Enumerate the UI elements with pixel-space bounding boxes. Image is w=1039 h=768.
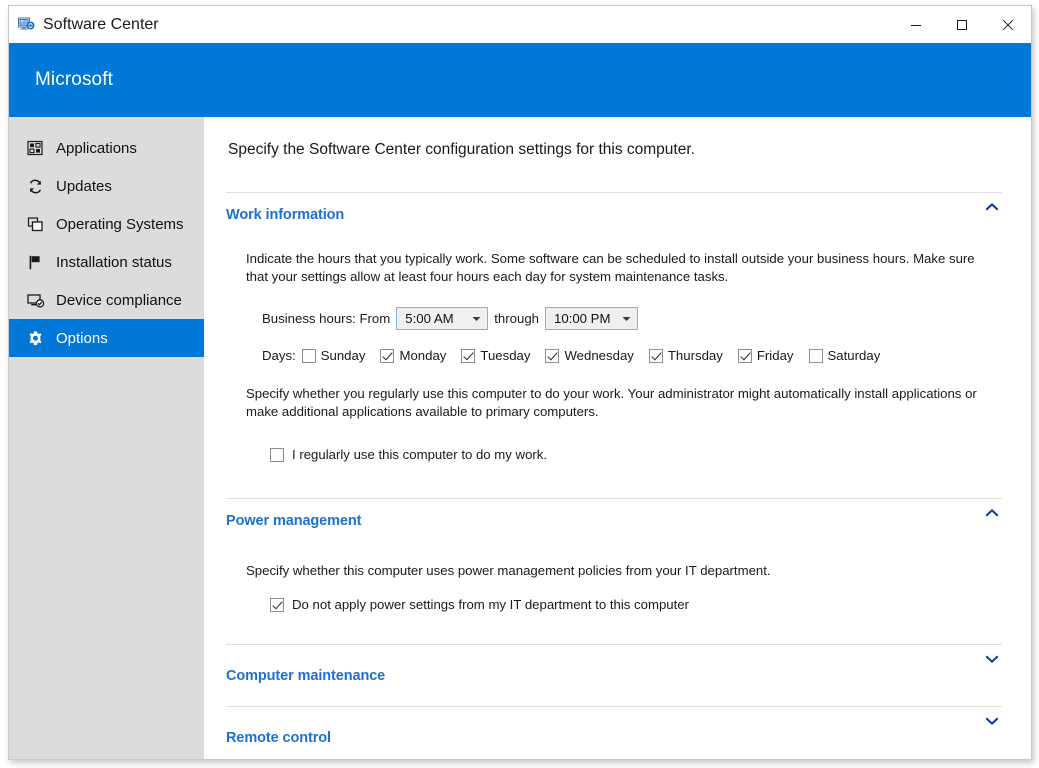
section-header-remote-control[interactable]: Remote control bbox=[226, 706, 1002, 759]
sidebar-item-operating-systems[interactable]: Operating Systems bbox=[9, 205, 204, 243]
sidebar-item-updates[interactable]: Updates bbox=[9, 167, 204, 205]
title-bar-left: Software Center bbox=[9, 16, 893, 34]
days-row: Days: Sunday Monday Tuesday bbox=[226, 348, 1002, 363]
operating-systems-icon bbox=[26, 215, 45, 234]
chevron-up-icon[interactable] bbox=[985, 508, 999, 518]
flag-icon bbox=[26, 253, 45, 272]
checkbox-box bbox=[545, 349, 559, 363]
chevron-down-icon bbox=[472, 316, 481, 322]
day-label: Thursday bbox=[668, 348, 723, 363]
day-checkbox-sunday[interactable]: Sunday bbox=[302, 348, 375, 363]
chevron-up-icon[interactable] bbox=[985, 202, 999, 212]
sidebar-item-device-compliance[interactable]: Device compliance bbox=[9, 281, 204, 319]
sidebar-item-label: Installation status bbox=[56, 254, 172, 271]
checkbox-box bbox=[738, 349, 752, 363]
primary-computer-checkbox-label: I regularly use this computer to do my w… bbox=[292, 447, 547, 462]
business-hours-to-value: 10:00 PM bbox=[554, 311, 610, 326]
device-compliance-icon bbox=[26, 291, 45, 310]
sidebar-item-label: Updates bbox=[56, 178, 112, 195]
software-center-window: Software Center Microsoft bbox=[8, 5, 1032, 760]
section-header-power-management[interactable]: Power management bbox=[226, 498, 1002, 542]
checkbox-box bbox=[380, 349, 394, 363]
title-bar: Software Center bbox=[9, 6, 1031, 43]
day-label: Monday bbox=[399, 348, 446, 363]
business-hours-label: Business hours: From bbox=[262, 311, 390, 326]
sidebar-item-options[interactable]: Options bbox=[9, 319, 204, 357]
applications-icon bbox=[26, 139, 45, 158]
gear-icon bbox=[26, 329, 45, 348]
brand-label: Microsoft bbox=[9, 69, 113, 91]
software-center-icon bbox=[18, 16, 35, 33]
business-hours-row: Business hours: From 5:00 AM through 10:… bbox=[226, 307, 1002, 330]
sidebar: Applications Updates bbox=[9, 117, 204, 759]
checkbox-box bbox=[809, 349, 823, 363]
day-label: Saturday bbox=[828, 348, 881, 363]
day-label: Sunday bbox=[321, 348, 366, 363]
business-hours-from-value: 5:00 AM bbox=[405, 311, 453, 326]
day-checkbox-thursday[interactable]: Thursday bbox=[649, 348, 732, 363]
sidebar-item-label: Operating Systems bbox=[56, 216, 184, 233]
business-hours-to-dropdown[interactable]: 10:00 PM bbox=[545, 307, 638, 330]
sidebar-item-label: Device compliance bbox=[56, 292, 182, 309]
section-remote-control: Remote control bbox=[226, 706, 1002, 759]
day-checkbox-saturday[interactable]: Saturday bbox=[809, 348, 890, 363]
close-button[interactable] bbox=[985, 6, 1031, 43]
chevron-down-icon[interactable] bbox=[985, 654, 999, 664]
checkbox-box bbox=[461, 349, 475, 363]
section-title: Work information bbox=[226, 207, 344, 223]
window-title: Software Center bbox=[43, 16, 159, 34]
section-title: Computer maintenance bbox=[226, 668, 385, 684]
section-title: Power management bbox=[226, 513, 361, 529]
brand-bar: Microsoft bbox=[9, 43, 1031, 117]
chevron-down-icon[interactable] bbox=[985, 716, 999, 726]
day-checkbox-wednesday[interactable]: Wednesday bbox=[545, 348, 642, 363]
section-header-work-information[interactable]: Work information bbox=[226, 192, 1002, 236]
checkbox-box bbox=[270, 598, 284, 612]
section-header-computer-maintenance[interactable]: Computer maintenance bbox=[226, 644, 1002, 706]
section-work-information: Work information Indicate the hours that… bbox=[226, 192, 1002, 480]
window-body: Applications Updates bbox=[9, 117, 1031, 759]
primary-computer-checkbox[interactable]: I regularly use this computer to do my w… bbox=[226, 447, 1002, 462]
section-power-management: Power management Specify whether this co… bbox=[226, 498, 1002, 626]
day-label: Wednesday bbox=[564, 348, 633, 363]
updates-refresh-icon bbox=[26, 177, 45, 196]
options-content: Specify the Software Center configuratio… bbox=[204, 117, 1031, 759]
power-management-description: Specify whether this computer uses power… bbox=[226, 562, 998, 580]
page-intro: Specify the Software Center configuratio… bbox=[204, 117, 1031, 159]
day-checkbox-friday[interactable]: Friday bbox=[738, 348, 803, 363]
close-icon bbox=[1002, 19, 1014, 31]
day-checkbox-monday[interactable]: Monday bbox=[380, 348, 455, 363]
day-label: Tuesday bbox=[480, 348, 530, 363]
minimize-icon bbox=[910, 19, 922, 31]
primary-computer-description: Specify whether you regularly use this c… bbox=[226, 385, 998, 421]
business-hours-from-dropdown[interactable]: 5:00 AM bbox=[396, 307, 488, 330]
day-label: Friday bbox=[757, 348, 794, 363]
business-hours-through-label: through bbox=[494, 311, 539, 326]
section-body-work-information: Indicate the hours that you typically wo… bbox=[226, 250, 1002, 480]
checkbox-box bbox=[649, 349, 663, 363]
sidebar-item-applications[interactable]: Applications bbox=[9, 129, 204, 167]
checkbox-box bbox=[270, 448, 284, 462]
work-information-description: Indicate the hours that you typically wo… bbox=[226, 250, 998, 286]
chevron-down-icon bbox=[622, 316, 631, 322]
days-label: Days: bbox=[262, 348, 296, 363]
day-checkbox-tuesday[interactable]: Tuesday bbox=[461, 348, 539, 363]
maximize-button[interactable] bbox=[939, 6, 985, 43]
sidebar-item-label: Options bbox=[56, 330, 108, 347]
power-settings-checkbox[interactable]: Do not apply power settings from my IT d… bbox=[226, 597, 1002, 612]
section-body-power-management: Specify whether this computer uses power… bbox=[226, 562, 1002, 626]
sidebar-item-label: Applications bbox=[56, 140, 137, 157]
power-settings-checkbox-label: Do not apply power settings from my IT d… bbox=[292, 597, 689, 612]
minimize-button[interactable] bbox=[893, 6, 939, 43]
sidebar-item-installation-status[interactable]: Installation status bbox=[9, 243, 204, 281]
section-computer-maintenance: Computer maintenance bbox=[226, 644, 1002, 706]
maximize-icon bbox=[956, 19, 968, 31]
checkbox-box bbox=[302, 349, 316, 363]
window-controls bbox=[893, 6, 1031, 43]
section-title: Remote control bbox=[226, 730, 331, 746]
